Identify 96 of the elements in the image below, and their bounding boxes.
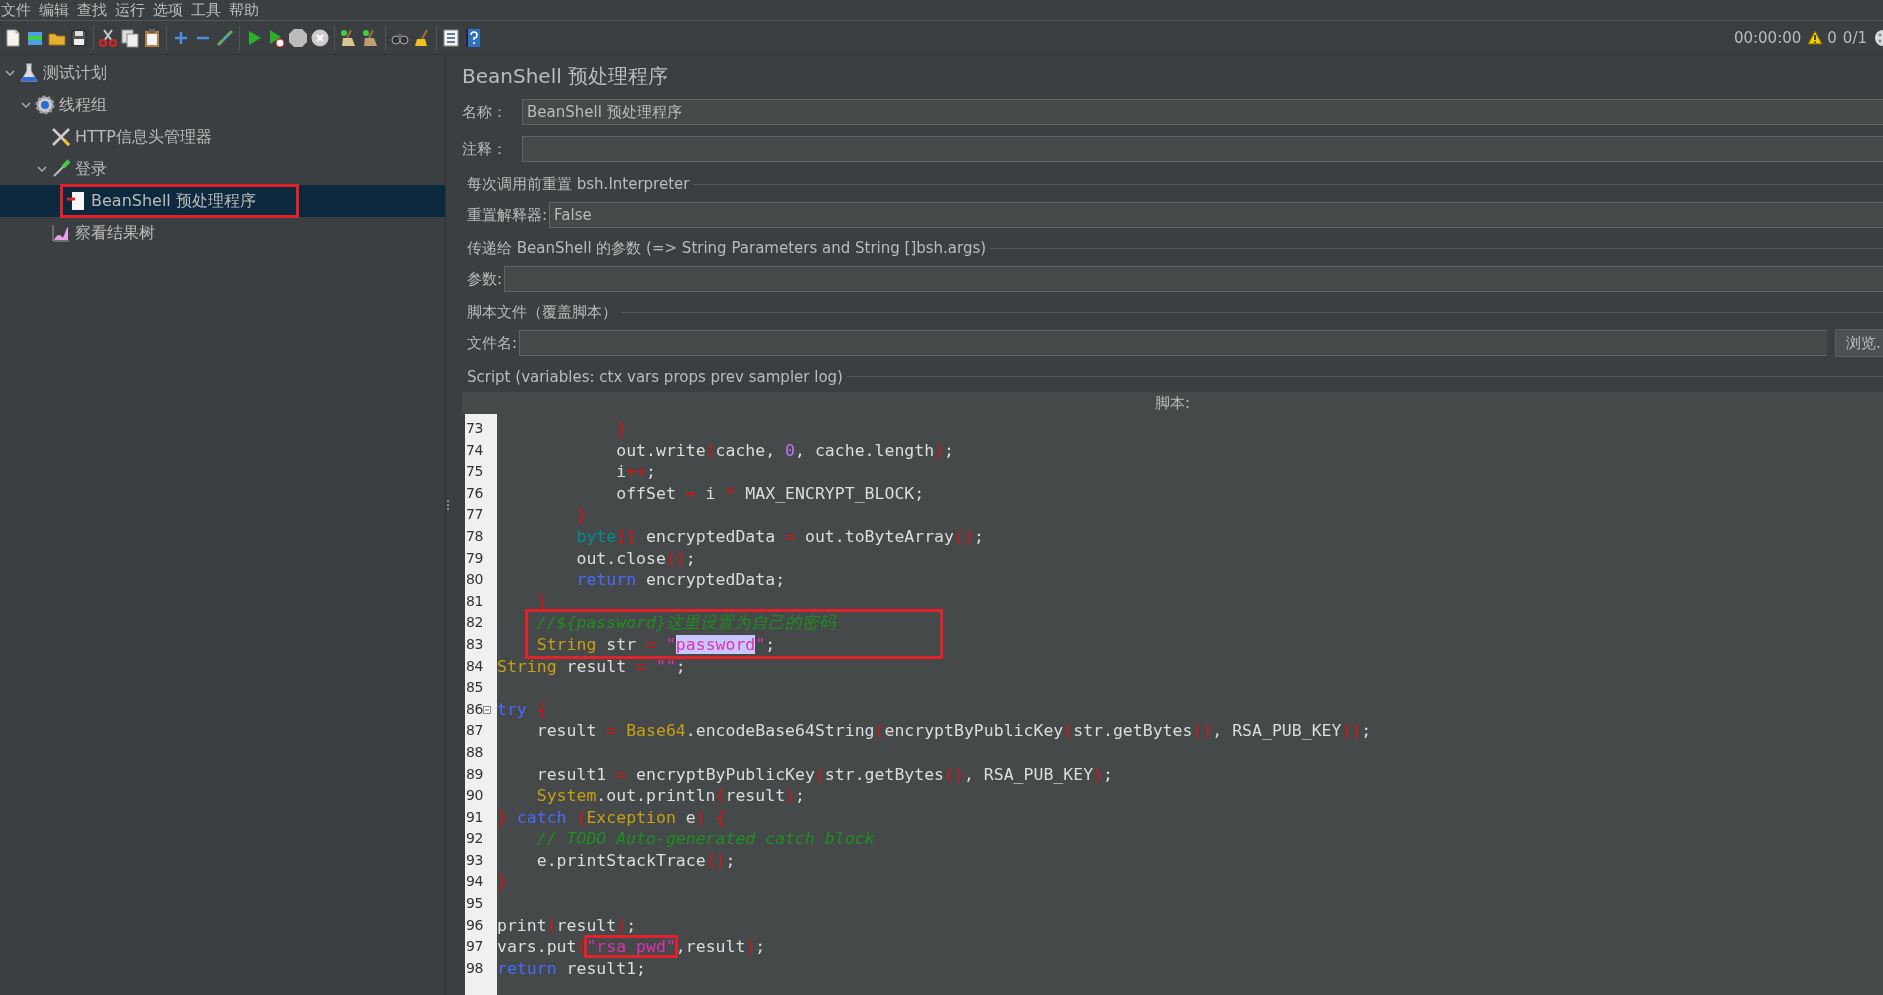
line-number: 98 bbox=[466, 958, 483, 978]
line-number: 74 bbox=[466, 440, 483, 460]
panel-title: BeanShell 预处理程序 bbox=[462, 62, 670, 90]
copy-icon[interactable] bbox=[119, 26, 141, 49]
line-number: 79 bbox=[466, 548, 483, 568]
code-line: byte[] encryptedData = out.toByteArray(); bbox=[575, 525, 985, 548]
warning-count: 0 bbox=[1827, 28, 1837, 47]
field-label: 参数: bbox=[467, 269, 503, 289]
code-line: } catch (Exception e) { bbox=[497, 806, 727, 829]
code-line: return encryptedData; bbox=[575, 569, 787, 591]
line-number: 83 bbox=[466, 634, 483, 654]
line-number: 90 bbox=[466, 786, 483, 806]
code-line: } bbox=[615, 418, 628, 440]
tree-item[interactable]: BeanShell 预处理程序 bbox=[60, 184, 299, 218]
name-field[interactable]: BeanShell 预处理程序 bbox=[522, 99, 1883, 125]
menu-item[interactable]: 编辑 bbox=[38, 1, 70, 19]
code-line: } bbox=[575, 504, 588, 526]
tree-item[interactable]: HTTP信息头管理器 bbox=[44, 120, 255, 154]
code-line: //${password}这里设置为自己的密码 bbox=[535, 612, 838, 634]
line-number: 93 bbox=[466, 850, 483, 870]
line-number: 97 bbox=[466, 937, 483, 957]
thread-count: 0/1 bbox=[1842, 28, 1867, 47]
list-icon[interactable] bbox=[440, 26, 462, 49]
line-number: 85 bbox=[466, 678, 483, 698]
code-line: print(result); bbox=[497, 914, 638, 937]
flask-icon bbox=[18, 62, 40, 84]
code-line: String result = ""; bbox=[497, 655, 687, 678]
code-line: } bbox=[535, 590, 548, 613]
menu-item[interactable]: 选项 bbox=[152, 1, 184, 19]
chevron-down-icon[interactable] bbox=[36, 163, 48, 175]
line-number: 75 bbox=[466, 462, 483, 482]
chevron-down-icon[interactable] bbox=[20, 99, 32, 111]
code-line: // TODO Auto-generated catch block bbox=[535, 828, 876, 850]
comment-field[interactable] bbox=[522, 136, 1883, 162]
section-title: 传递给 BeanShell 的参数 (=> String Parameters and String []bsh.args) bbox=[467, 239, 987, 258]
field-label: 重置解释器: bbox=[467, 205, 548, 225]
menu-item[interactable]: 帮助 bbox=[228, 1, 260, 19]
code-line: return result1; bbox=[497, 957, 647, 980]
code-line: result = Base64.encodeBase64String(encryptByPublicKey(str.getBytes(), RSA_PUB_KEY)); bbox=[535, 720, 1373, 742]
fold-icon[interactable] bbox=[482, 705, 491, 714]
tree-item[interactable]: 察看结果树 bbox=[44, 216, 198, 250]
line-number: 92 bbox=[466, 829, 483, 849]
tree-item[interactable]: 登录 bbox=[44, 152, 150, 186]
script-label: 脚本: bbox=[462, 392, 1883, 414]
tree-item[interactable]: 测试计划 bbox=[12, 56, 150, 90]
elapsed-time: 00:00:00 bbox=[1733, 28, 1802, 47]
code-line: String str = "password"; bbox=[535, 633, 777, 656]
field-label: 名称： bbox=[462, 102, 508, 122]
parameters-field[interactable] bbox=[504, 266, 1883, 292]
menu-item[interactable]: 文件 bbox=[0, 1, 32, 19]
code-line: result1 = encryptByPublicKey(str.getBytes(), RSA_PUB_KEY); bbox=[535, 763, 1114, 786]
code-line: System.out.println(result); bbox=[535, 785, 806, 807]
filename-field[interactable] bbox=[519, 330, 1827, 356]
line-number: 77 bbox=[466, 505, 483, 525]
line-number: 88 bbox=[466, 742, 483, 762]
line-number: 95 bbox=[466, 894, 483, 914]
line-number: 76 bbox=[466, 483, 483, 503]
code-line: offSet = i * MAX_ENCRYPT_BLOCK; bbox=[615, 482, 926, 505]
tree-item[interactable]: 线程组 bbox=[28, 88, 150, 122]
field-label: 文件名: bbox=[467, 333, 518, 353]
code-line: i++; bbox=[615, 461, 657, 483]
line-number: 82 bbox=[466, 613, 483, 633]
field-label: 注释： bbox=[462, 139, 508, 159]
section-title: Script (variables: ctx vars props prev sampler log) bbox=[467, 367, 843, 386]
splitter-handle-icon[interactable] bbox=[446, 499, 450, 511]
line-number: 94 bbox=[466, 872, 483, 892]
code-line: out.write(cache, 0, cache.length); bbox=[615, 439, 955, 462]
line-number: 78 bbox=[466, 526, 483, 546]
tools-icon bbox=[50, 126, 72, 148]
gear-icon bbox=[34, 94, 56, 116]
reset-field[interactable]: False bbox=[549, 202, 1883, 228]
line-number: 87 bbox=[466, 721, 483, 741]
status-icon bbox=[1873, 28, 1883, 47]
stop-icon[interactable] bbox=[287, 26, 309, 49]
chart-icon bbox=[50, 222, 72, 244]
section-title: 每次调用前重置 bsh.Interpreter bbox=[467, 175, 690, 194]
line-number: 81 bbox=[466, 591, 483, 611]
line-number: 96 bbox=[466, 915, 483, 935]
code-line: } bbox=[497, 871, 508, 894]
chevron-down-icon[interactable] bbox=[4, 67, 16, 79]
section-title: 脚本文件（覆盖脚本） bbox=[467, 303, 617, 322]
code-line: vars.put("rsa_pwd",result); bbox=[497, 936, 767, 958]
line-number: 89 bbox=[466, 764, 483, 784]
code-line: e.printStackTrace(); bbox=[535, 849, 737, 872]
menu-item[interactable]: 查找 bbox=[76, 1, 108, 19]
code-line: out.close(); bbox=[575, 547, 697, 570]
code-line: try { bbox=[497, 698, 548, 721]
line-number: 80 bbox=[466, 570, 483, 590]
menu-item[interactable]: 工具 bbox=[190, 1, 222, 19]
line-number: 84 bbox=[466, 656, 483, 676]
browse-button[interactable]: 浏览. bbox=[1835, 329, 1883, 357]
warning-icon bbox=[1807, 30, 1824, 45]
line-number: 91 bbox=[466, 807, 483, 827]
line-number: 73 bbox=[466, 419, 483, 438]
line-number: 86 bbox=[466, 699, 483, 719]
menu-item[interactable]: 运行 bbox=[114, 1, 146, 19]
